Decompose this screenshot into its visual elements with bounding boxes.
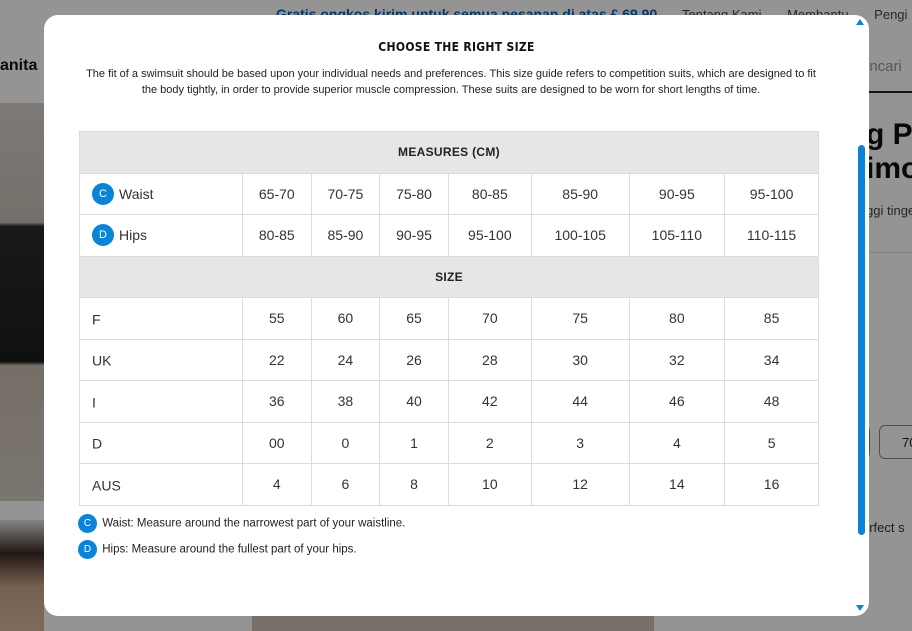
table-cell: 5: [724, 421, 819, 464]
table-cell: 4: [628, 421, 726, 464]
table-cell: 80-85: [447, 172, 532, 215]
table-cell: 6: [310, 463, 381, 506]
table-cell: 16: [724, 463, 819, 506]
table-cell: 8: [379, 463, 449, 506]
table-row: C Waist 65-70 70-75 75-80 80-85 85-90 90-95 95-1…: [79, 172, 819, 215]
size-chart-table: MEASURES (CM) C Waist 65-70 70-75 75-80 80-85 8…: [79, 131, 819, 506]
row-label: C Waist: [79, 172, 243, 215]
table-cell: 48: [724, 380, 819, 423]
row-label: AUS: [79, 463, 243, 506]
hips-note: D Hips: Measure around the fullest part …: [78, 540, 357, 559]
row-label: UK: [79, 338, 243, 381]
measures-heading-cell: MEASURES (CM): [79, 131, 819, 174]
table-row: D 00 0 1 2 3 4 5: [79, 421, 819, 464]
table-row: I 36 38 40 42 44 46 48: [79, 380, 819, 423]
table-cell: 80-85: [242, 214, 312, 257]
table-row: D Hips 80-85 85-90 90-95 95-100 100-105 105-110…: [79, 214, 819, 257]
table-cell: 70-75: [310, 172, 381, 215]
row-label: I: [79, 380, 243, 423]
table-cell: 10: [447, 463, 532, 506]
table-cell: 90-95: [379, 214, 449, 257]
size-heading: SIZE: [79, 255, 819, 298]
table-cell: 44: [530, 380, 630, 423]
table-cell: 100-105: [530, 214, 630, 257]
table-cell: 14: [628, 463, 726, 506]
measures-heading: MEASURES (CM): [79, 131, 819, 174]
size-heading-cell: SIZE: [79, 255, 819, 298]
table-cell: 4: [242, 463, 312, 506]
table-cell: 24: [310, 338, 381, 381]
table-row: UK 22 24 26 28 30 32 34: [79, 338, 819, 381]
modal-title: CHOOSE THE RIGHT SIZE: [378, 40, 535, 54]
hips-badge-icon: D: [92, 224, 114, 247]
modal-intro-text: The fit of a swimsuit should be based up…: [86, 68, 816, 96]
table-cell: 80: [628, 297, 726, 340]
table-cell: 110-115: [724, 214, 819, 257]
table-cell: 60: [310, 297, 381, 340]
table-cell: 42: [447, 380, 532, 423]
waist-badge-icon: C: [78, 514, 97, 533]
table-cell: 46: [628, 380, 726, 423]
table-cell: 85: [724, 297, 819, 340]
table-cell: 65: [379, 297, 449, 340]
waist-badge-icon: C: [92, 182, 114, 205]
row-label: D Hips: [79, 214, 243, 257]
scroll-up-icon[interactable]: [856, 19, 864, 25]
table-cell: 22: [242, 338, 312, 381]
row-label: D: [79, 421, 243, 464]
table-cell: 75: [530, 297, 630, 340]
table-cell: 90-95: [628, 172, 726, 215]
table-cell: 28: [447, 338, 532, 381]
table-cell: 85-90: [530, 172, 630, 215]
table-cell: 12: [530, 463, 630, 506]
table-cell: 95-100: [447, 214, 532, 257]
table-cell: 0: [310, 421, 381, 464]
table-cell: 34: [724, 338, 819, 381]
table-cell: 26: [379, 338, 449, 381]
row-label: F: [79, 297, 243, 340]
table-cell: 105-110: [628, 214, 726, 257]
table-cell: 65-70: [242, 172, 312, 215]
table-cell: 36: [242, 380, 312, 423]
table-cell: 1: [379, 421, 449, 464]
table-cell: 3: [530, 421, 630, 464]
table-cell: 85-90: [310, 214, 381, 257]
table-row: AUS 4 6 8 10 12 14 16: [79, 463, 819, 506]
table-cell: 75-80: [379, 172, 449, 215]
table-cell: 55: [242, 297, 312, 340]
table-cell: 40: [379, 380, 449, 423]
hips-badge-icon: D: [78, 540, 97, 559]
scrollbar-thumb[interactable]: [858, 145, 865, 535]
waist-note: C Waist: Measure around the narrowest pa…: [78, 514, 405, 533]
table-cell: 70: [447, 297, 532, 340]
table-cell: 00: [242, 421, 312, 464]
table-row: F 55 60 65 70 75 80 85: [79, 297, 819, 340]
table-cell: 30: [530, 338, 630, 381]
table-cell: 2: [447, 421, 532, 464]
table-cell: 38: [310, 380, 381, 423]
scroll-down-icon[interactable]: [856, 605, 864, 611]
table-cell: 32: [628, 338, 726, 381]
table-cell: 95-100: [724, 172, 819, 215]
size-guide-modal: CHOOSE THE RIGHT SIZE The fit of a swims…: [44, 15, 869, 616]
